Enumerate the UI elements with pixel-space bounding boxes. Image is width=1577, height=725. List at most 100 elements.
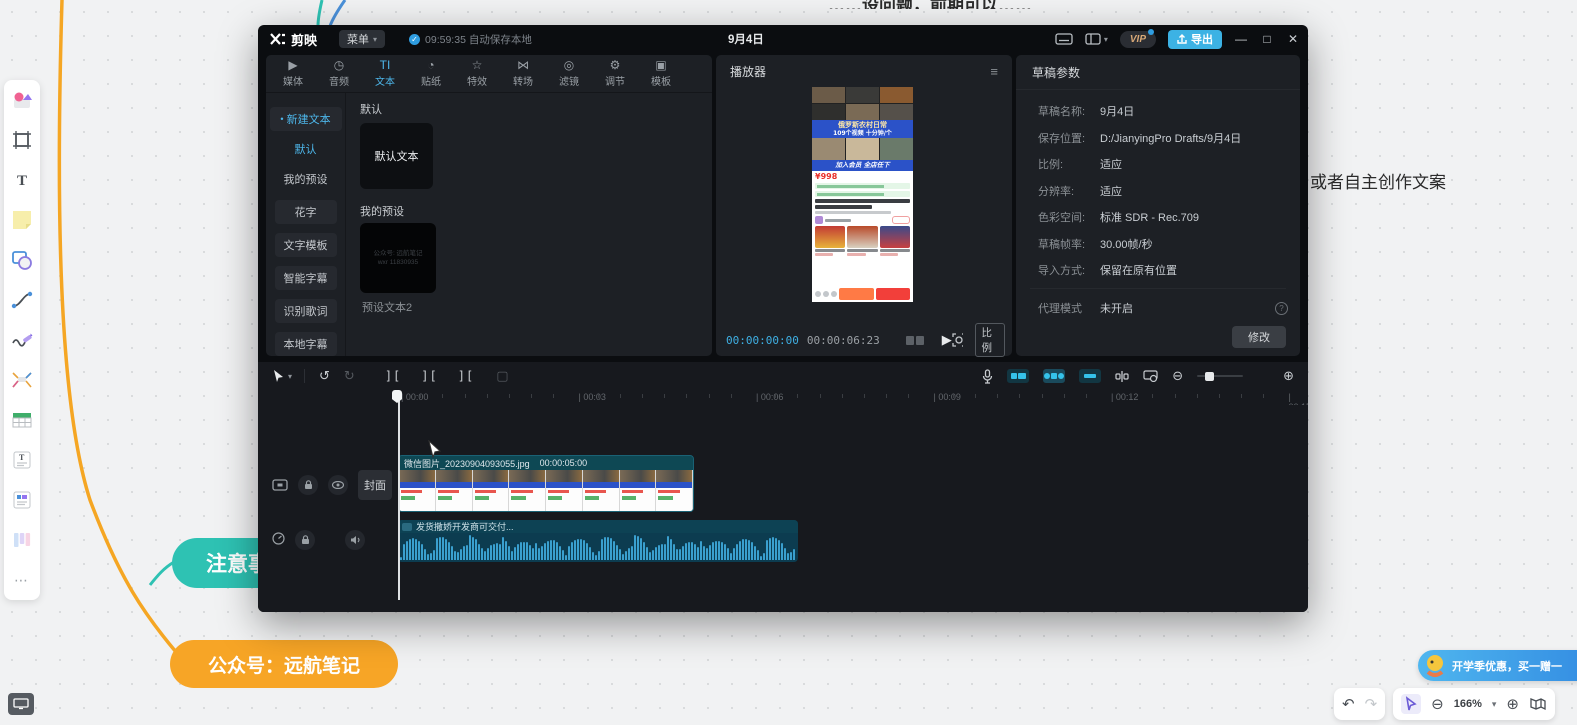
media-templates-icon[interactable]: [10, 88, 34, 112]
text-document-icon[interactable]: T: [10, 448, 34, 472]
player-menu-icon[interactable]: ≡: [990, 64, 998, 79]
maximize-button[interactable]: □: [1260, 32, 1274, 46]
sticky-note-icon[interactable]: [10, 208, 34, 232]
proxy-mode-label: 代理模式: [1038, 300, 1100, 316]
vip-badge[interactable]: VIP: [1120, 31, 1156, 48]
preset-name-label: 预设文本2: [362, 299, 412, 315]
split-left-button[interactable]: ][: [421, 369, 437, 383]
preview-products: [815, 226, 910, 256]
split-right-button[interactable]: ][: [458, 369, 474, 383]
laser-pointer-icon[interactable]: [1401, 694, 1421, 714]
presentation-mode-icon[interactable]: [8, 693, 34, 715]
zoom-group: ⊖ 166% ▾ ⊕: [1393, 688, 1555, 720]
frame-icon[interactable]: [10, 128, 34, 152]
select-tool-chevron-icon[interactable]: ▾: [288, 372, 292, 381]
eye-icon[interactable]: [328, 475, 348, 495]
speaker-icon[interactable]: [345, 530, 365, 550]
audio-clip[interactable]: 发货撒娇开发商可交付...: [398, 520, 798, 562]
zoom-level[interactable]: 166%: [1454, 698, 1482, 710]
video-clip[interactable]: 微信图片_20230904093055.jpg 00:00:05:00: [398, 455, 694, 512]
sidebar-item-7[interactable]: 本地字幕: [275, 332, 337, 356]
split-button[interactable]: ][: [385, 369, 401, 383]
close-button[interactable]: ✕: [1286, 32, 1300, 46]
timeline-zoom-slider[interactable]: [1197, 375, 1243, 377]
delete-button[interactable]: ▢: [496, 368, 508, 384]
pen-icon[interactable]: [10, 328, 34, 352]
sidebar-item-2[interactable]: 我的预设: [284, 167, 328, 191]
mindmap-icon[interactable]: [10, 368, 34, 392]
wb-redo-button[interactable]: ↷: [1365, 695, 1378, 713]
lock-icon[interactable]: [298, 475, 318, 495]
sidebar-item-0[interactable]: •新建文本: [270, 107, 342, 131]
modify-button[interactable]: 修改: [1232, 326, 1286, 348]
promo-banner[interactable]: 开学季优惠，买一赠一: [1418, 650, 1577, 681]
text-tool-icon[interactable]: T: [10, 168, 34, 192]
playhead-line[interactable]: [398, 392, 400, 600]
preview-axis-icon[interactable]: [1115, 370, 1129, 383]
sidebar-item-1[interactable]: 默认: [295, 137, 317, 161]
tab-2[interactable]: TI文本: [362, 55, 408, 92]
menu-button[interactable]: 菜单 ▾: [339, 30, 385, 48]
timeline-zoom-out-icon[interactable]: ⊖: [1172, 368, 1183, 384]
timeline-zoom-in-icon[interactable]: ⊕: [1283, 368, 1294, 384]
auto-snap-toggle[interactable]: [1043, 369, 1065, 383]
layout-switch-icon[interactable]: [1085, 33, 1101, 45]
tab-7[interactable]: ⚙调节: [592, 55, 638, 92]
layout-chevron-icon[interactable]: ▾: [1104, 35, 1108, 44]
export-button[interactable]: 导出: [1168, 30, 1222, 49]
sidebar-item-5[interactable]: 智能字幕: [275, 266, 337, 290]
video-preview[interactable]: 俄罗斯农村日常 109个视频 十分钟/个 加入会员 全店任下 ¥998: [812, 87, 913, 302]
wb-undo-button[interactable]: ↶: [1342, 695, 1355, 713]
shapes-icon[interactable]: [10, 248, 34, 272]
kanban-icon[interactable]: [10, 528, 34, 552]
cover-button[interactable]: 封面: [358, 470, 392, 500]
timeline-ruler[interactable]: | 00:00| 00:03| 00:06| 00:09| 00:12| 00:…: [258, 390, 1308, 405]
tab-6[interactable]: ◎滤镜: [546, 55, 592, 92]
select-tool-button[interactable]: ▾: [272, 369, 292, 383]
asset-tabs: ▶媒体◷音频TI文本◔贴纸☆特效⋈转场◎滤镜⚙调节▣模板: [266, 55, 712, 93]
audio-track-icon: [272, 532, 285, 548]
zoom-chevron-icon[interactable]: ▾: [1492, 699, 1497, 710]
tab-3[interactable]: ◔贴纸: [408, 55, 454, 92]
whiteboard-toolbar: T T ⋯: [4, 80, 40, 600]
rich-document-icon[interactable]: [10, 488, 34, 512]
linkage-toggle[interactable]: [1079, 369, 1101, 383]
table-icon[interactable]: [10, 408, 34, 432]
help-icon[interactable]: ?: [1275, 302, 1288, 315]
lock-icon[interactable]: [295, 530, 315, 550]
more-tools-icon[interactable]: ⋯: [10, 568, 34, 592]
main-track-magnet-toggle[interactable]: [1007, 369, 1029, 383]
tab-5[interactable]: ⋈转场: [500, 55, 546, 92]
shortcut-keyboard-icon[interactable]: [1055, 33, 1073, 45]
focus-frame-icon[interactable]: [952, 333, 963, 347]
wb-zoom-in-button[interactable]: ⊕: [1506, 695, 1519, 713]
tab-1[interactable]: ◷音频: [316, 55, 362, 92]
adapt-screen-icon[interactable]: [1143, 370, 1158, 382]
tab-4[interactable]: ☆特效: [454, 55, 500, 92]
sidebar-item-4[interactable]: 文字模板: [275, 233, 337, 257]
ratio-button[interactable]: 比例: [975, 323, 1005, 357]
banner1-subtitle: 109个视频 十分钟/个: [812, 130, 913, 138]
minimize-button[interactable]: —: [1234, 32, 1248, 46]
clip-filmstrip: [399, 470, 693, 512]
tab-0[interactable]: ▶媒体: [270, 55, 316, 92]
default-text-card[interactable]: 默认文本: [360, 123, 433, 189]
minimap-icon[interactable]: [1529, 697, 1547, 711]
microphone-icon[interactable]: [982, 369, 993, 384]
wb-zoom-out-button[interactable]: ⊖: [1431, 695, 1444, 713]
ruler-label: | 00:15: [1289, 392, 1309, 405]
mindmap-node-wechat[interactable]: 公众号：远航笔记: [170, 640, 398, 688]
sidebar-item-3[interactable]: 花字: [275, 200, 337, 224]
undo-button[interactable]: ↺: [319, 368, 330, 384]
preview-quality-icon[interactable]: [906, 336, 924, 345]
tab-8[interactable]: ▣模板: [638, 55, 684, 92]
menu-label: 菜单: [347, 31, 369, 47]
preset-text-card[interactable]: 公众号: 远航笔记 wxr 11830935: [360, 223, 436, 293]
redo-button[interactable]: ↻: [344, 368, 355, 384]
video-track-icon: [272, 479, 288, 491]
connector-icon[interactable]: [10, 288, 34, 312]
slider-handle[interactable]: [1205, 372, 1214, 381]
export-label: 导出: [1191, 31, 1213, 47]
sidebar-item-6[interactable]: 识别歌词: [275, 299, 337, 323]
play-button[interactable]: ▶: [942, 332, 952, 348]
